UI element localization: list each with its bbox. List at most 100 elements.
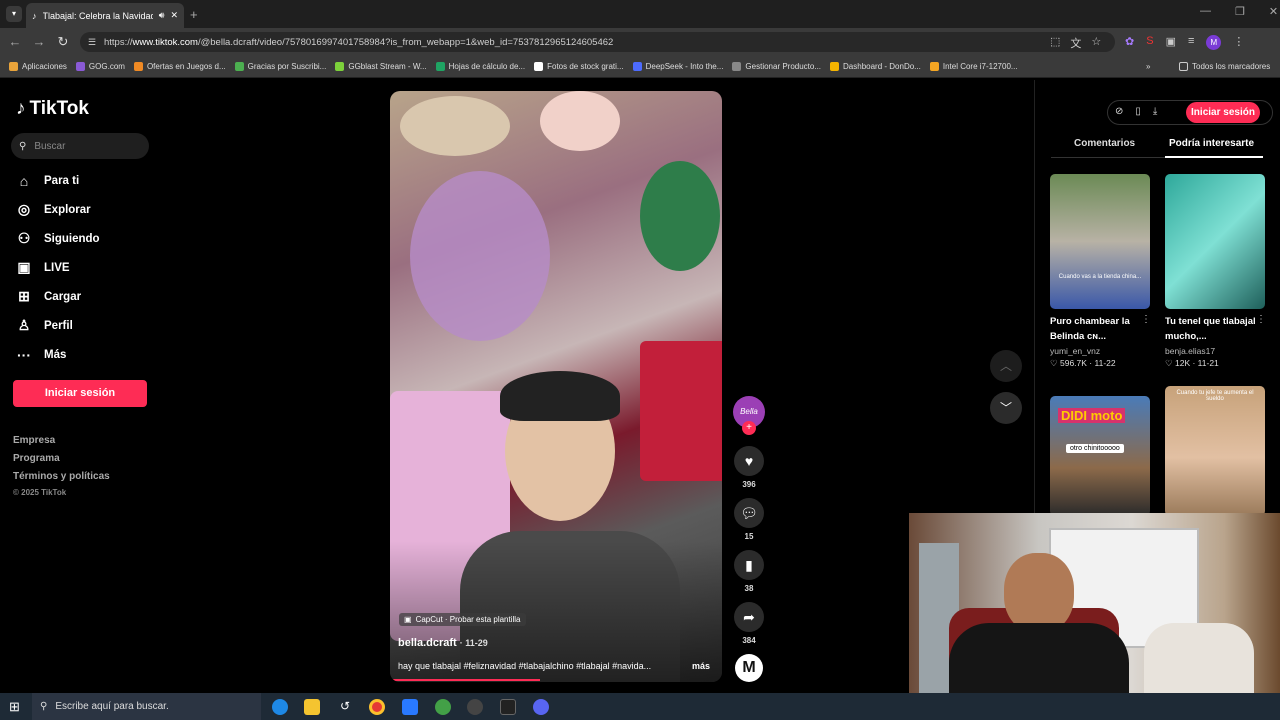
share-count: 384 [742,636,756,645]
extension-icon[interactable]: ✿ [1125,35,1134,50]
suggested-video-title: Puro chambear la Belinda ᴄɴ... [1050,316,1130,342]
video-progress-bar[interactable] [390,679,540,681]
epic-games-icon[interactable] [500,699,516,715]
translate-icon[interactable]: 文 [1070,35,1081,51]
capcut-badge[interactable]: ▣ CapCut · Probar esta plantilla [399,613,526,626]
back-button[interactable]: ← [6,34,24,50]
taskbar-search-input[interactable]: ⚲ Escribe aquí para buscar. [32,693,261,720]
coins-icon[interactable]: ⊘ [1115,106,1123,117]
video-author-line: bella.dcraft · 11-29 [398,637,488,649]
tiktok-logo[interactable]: ♪ TikTok [16,98,89,120]
music-disc[interactable]: M [733,654,765,682]
bookmark-item[interactable]: Intel Core i7-12700... [929,62,1018,71]
nav-item-perfil[interactable]: ♙ Perfil [0,311,165,340]
nav-item-para-ti[interactable]: ⌂ Para ti [0,166,165,195]
suggested-video-thumb[interactable] [1165,174,1265,309]
footer-link[interactable]: Programa [13,453,165,471]
heart-outline-icon: ♡ [1050,358,1060,368]
like-action[interactable]: ♥ 396 [733,446,765,489]
tab-close-icon[interactable]: ✕ [170,10,178,21]
site-info-icon[interactable]: ☰ [88,37,96,48]
browser-tab-active[interactable]: ♪ Tlabajal: Celebra la Navidad 🔊︎ ✕ [26,3,184,28]
bookmark-item[interactable]: GOG.com [75,62,125,71]
folder-icon [1179,62,1188,71]
nav-item-cargar[interactable]: ⊞ Cargar [0,282,165,311]
discord-icon[interactable] [533,699,549,715]
bookmark-item[interactable]: Ofertas en Juegos d... [133,62,226,71]
windows-start-icon[interactable]: ⊞ [9,699,20,715]
suggested-video-info[interactable]: Puro chambear la Belinda ᴄɴ... yumi_en_v… [1050,314,1150,369]
nav-item-más[interactable]: ··· Más [0,340,165,369]
tab-comments[interactable]: Comentarios [1074,138,1135,149]
extension-red-icon[interactable]: S [1146,35,1153,50]
footer-link[interactable]: Empresa [13,435,165,453]
bookmark-icon[interactable]: ▮ [734,550,764,580]
suggested-video-thumb[interactable]: DIDI moto otro chinitooooo [1050,396,1150,516]
tiktok-sidebar: ♪ TikTok ⚲ Buscar ⌂ Para ti ◎ Explorar ⚇ Sigui… [0,80,165,693]
nav-item-siguiendo[interactable]: ⚇ Siguiendo [0,224,165,253]
install-app-icon[interactable]: ⬚ [1050,35,1060,51]
search-input[interactable]: ⚲ Buscar [11,133,149,159]
creator-avatar[interactable]: Bella + [733,396,765,435]
nav-item-explorar[interactable]: ◎ Explorar [0,195,165,224]
bookmark-item[interactable]: Aplicaciones [9,62,67,71]
bookmark-item[interactable]: Fotos de stock grati... [534,62,624,71]
video-frame-shape [410,171,550,341]
forward-button[interactable]: → [30,34,48,50]
audio-playing-icon[interactable]: 🔊︎ [159,10,165,21]
bookmark-label: Hojas de cálculo de... [448,62,526,71]
chrome-profile-icon[interactable] [435,699,451,715]
comment-icon[interactable]: 💬︎ [734,498,764,528]
bookmark-item[interactable]: Hojas de cálculo de... [435,62,526,71]
tab-suggested[interactable]: Podría interesarte [1169,138,1254,149]
edge-icon[interactable] [272,699,288,715]
file-explorer-icon[interactable] [304,699,320,715]
chrome-icon[interactable] [369,699,385,715]
download-icon[interactable]: ⤓ [1153,106,1157,117]
suggested-video-info[interactable]: Tu tenel que tlabajal mucho,... benja.el… [1165,314,1265,369]
suggested-video-thumb[interactable]: Cuando tu jefe te aumenta el sueldo [1165,386,1265,516]
panel-login-button[interactable]: Iniciar sesión [1186,102,1260,123]
obs-icon[interactable] [467,699,483,715]
reload-button[interactable]: ↻ [54,34,72,50]
caption-more-link[interactable]: más [692,661,710,671]
app-blue-icon[interactable] [402,699,418,715]
window-close-button[interactable]: ✕ [1269,5,1278,18]
login-button[interactable]: Iniciar sesión [13,380,147,407]
all-bookmarks-folder[interactable]: Todos los marcadores [1179,62,1270,71]
share-icon[interactable]: ➦ [734,602,764,632]
minimize-button[interactable]: — [1200,5,1211,18]
media-controls-icon[interactable]: ≡ [1188,35,1194,50]
address-bar[interactable]: ☰ https://www.tiktok.com/@bella.dcraft/v… [80,32,1115,52]
tab-search-icon[interactable]: ▾ [6,6,22,22]
video-options-icon[interactable]: ⋮ [1141,314,1151,325]
nav-item-live[interactable]: ▣ LIVE [0,253,165,282]
share-action[interactable]: ➦ 384 [733,602,765,645]
save-action[interactable]: ▮ 38 [733,550,765,593]
extensions-puzzle-icon[interactable]: ▣ [1166,35,1176,50]
menu-kebab-icon[interactable]: ⋮ [1233,35,1244,50]
suggested-video-thumb[interactable]: Cuando vas a la tienda china... [1050,174,1150,309]
previous-video-button[interactable]: ︿ [990,350,1022,382]
heart-icon[interactable]: ♥ [734,446,764,476]
device-icon[interactable]: ▯ [1135,106,1141,117]
bookmarks-overflow-icon[interactable]: » [1146,62,1150,71]
profile-avatar[interactable]: M [1206,35,1222,50]
video-player[interactable]: ▣ CapCut · Probar esta plantilla bella.dc… [390,91,722,682]
bookmark-item[interactable]: Dashboard - DonDo... [830,62,921,71]
video-author[interactable]: bella.dcraft [398,637,457,649]
next-video-button[interactable]: ﹀ [990,392,1022,424]
footer-link[interactable]: Términos y políticas [13,471,165,489]
maximize-button[interactable]: ❐ [1235,5,1245,18]
bookmark-item[interactable]: GGblast Stream - W... [335,62,427,71]
save-count: 38 [744,584,754,593]
comment-action[interactable]: 💬︎ 15 [733,498,765,541]
search-icon: ⚲ [19,140,27,152]
app-icon[interactable]: ↺ [337,699,353,715]
bookmark-item[interactable]: Gestionar Producto... [732,62,821,71]
bookmark-star-icon[interactable]: ☆ [1091,35,1101,51]
bookmark-item[interactable]: Gracias por Suscribi... [234,62,326,71]
video-options-icon[interactable]: ⋮ [1256,314,1266,325]
bookmark-item[interactable]: DeepSeek - Into the... [632,62,723,71]
new-tab-button[interactable]: + [190,7,198,22]
